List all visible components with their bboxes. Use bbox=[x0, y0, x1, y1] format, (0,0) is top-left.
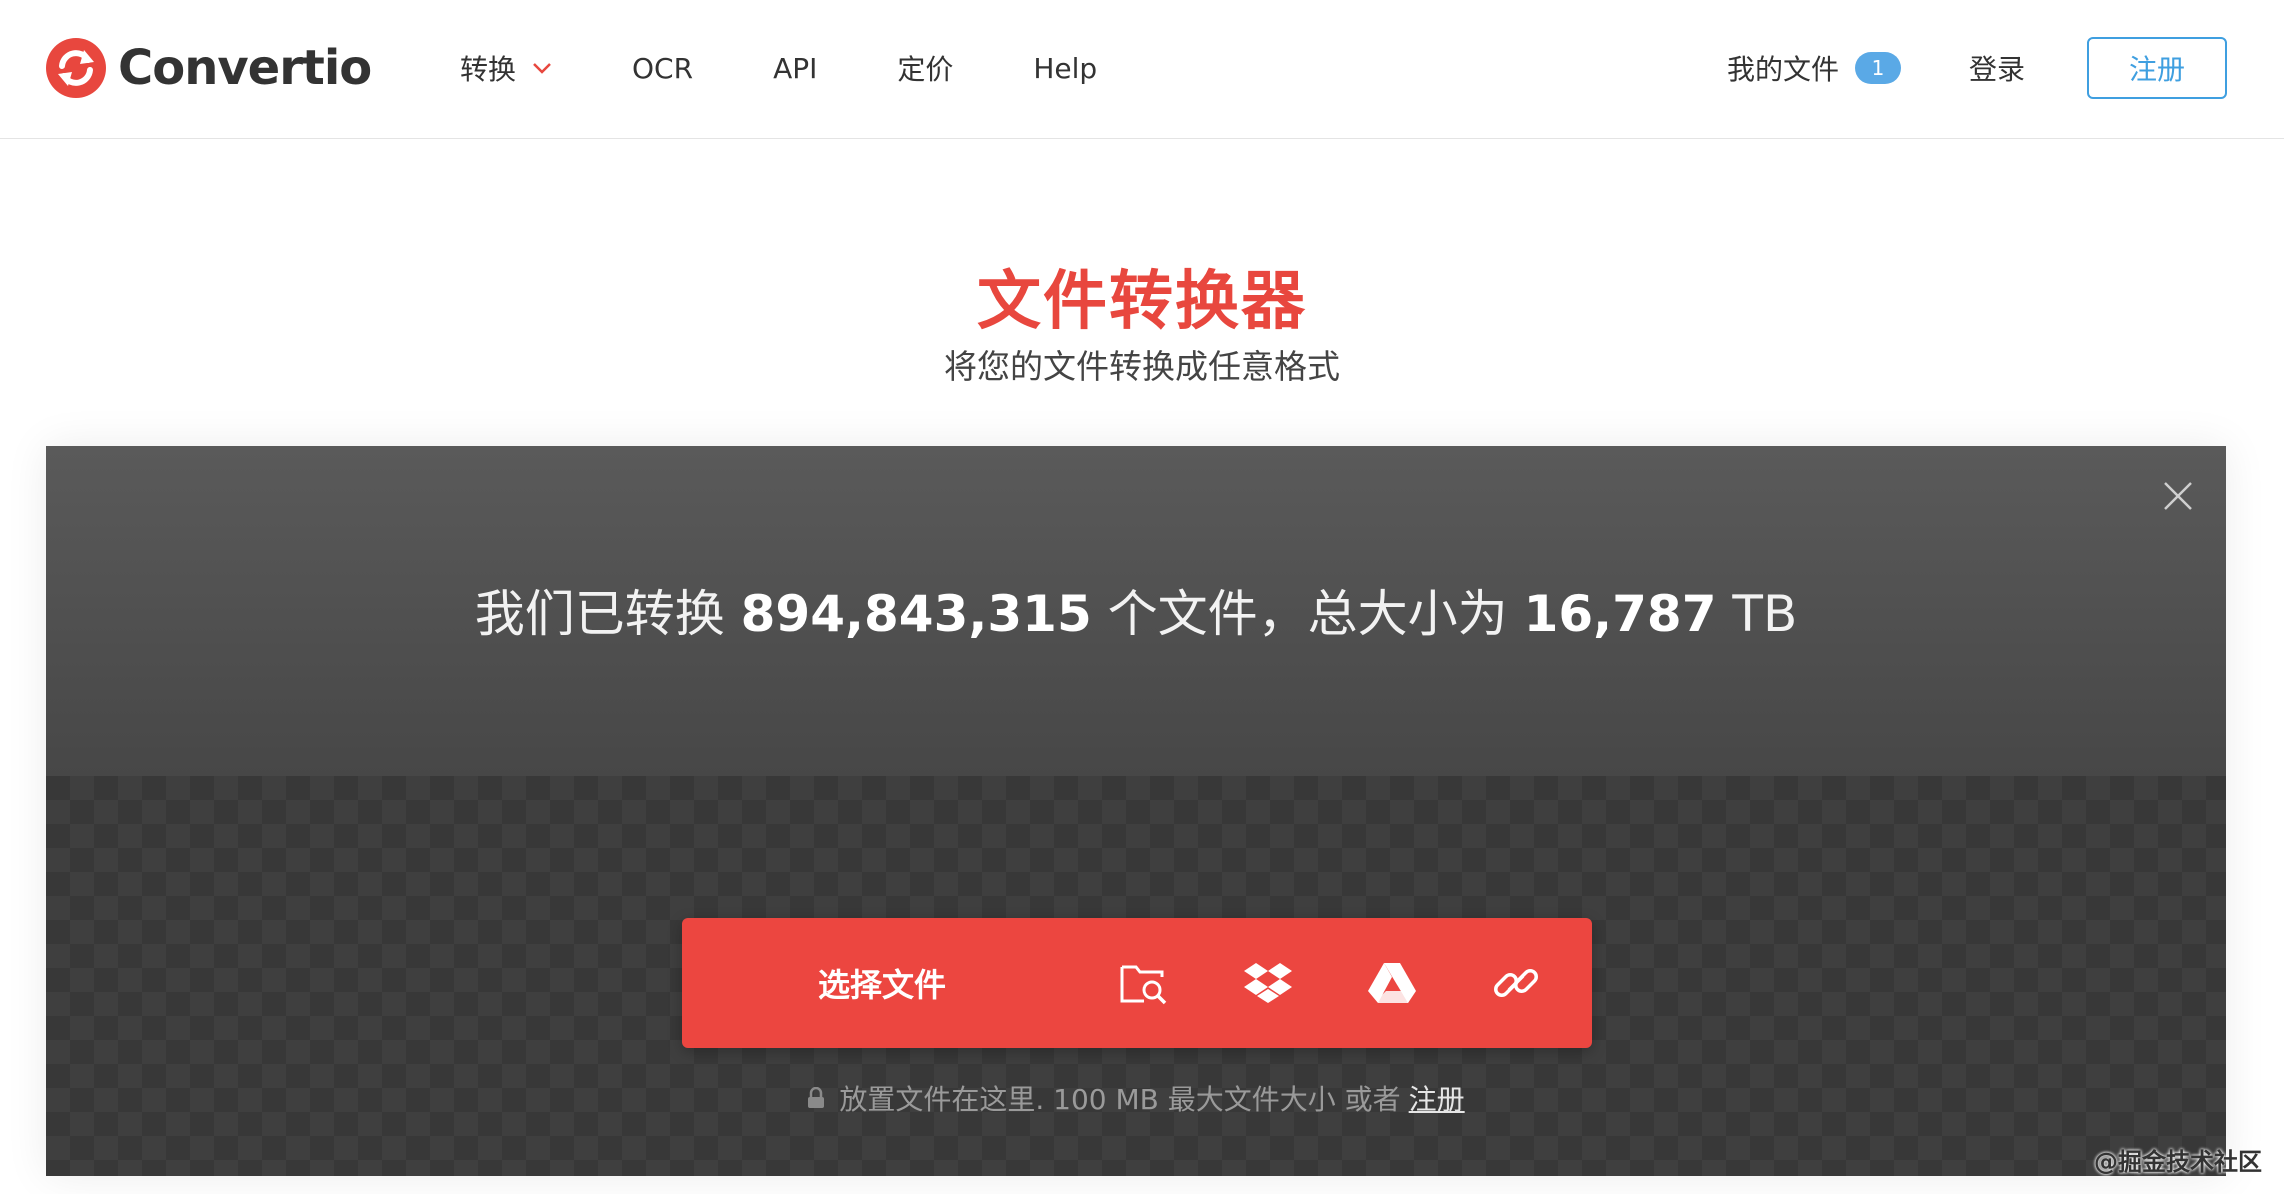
url-link-icon bbox=[1494, 969, 1538, 997]
total-size-unit: TB bbox=[1732, 585, 1798, 643]
files-converted-count: 894,843,315 bbox=[740, 585, 1092, 643]
close-icon[interactable] bbox=[2162, 480, 2194, 512]
nav-convert-label: 转换 bbox=[460, 53, 517, 86]
drop-note: 放置文件在这里. 100 MB 最大文件大小 或者 注册 bbox=[46, 1078, 2226, 1118]
nav-api[interactable]: API bbox=[773, 52, 817, 85]
signup-button[interactable]: 注册 bbox=[2087, 37, 2227, 99]
conversion-stats: 我们已转换 894,843,315 个文件，总大小为 16,787 TB bbox=[46, 574, 2226, 646]
from-url-button[interactable] bbox=[1454, 918, 1578, 1048]
convertio-logo-icon bbox=[46, 38, 106, 98]
chevron-down-icon bbox=[533, 63, 551, 74]
drop-note-text: 放置文件在这里. 100 MB 最大文件大小 或者 bbox=[839, 1083, 1401, 1116]
choose-files-button[interactable]: 选择文件 bbox=[682, 918, 1082, 1048]
stats-middle: 个文件，总大小为 bbox=[1107, 585, 1508, 643]
header-actions: 我的文件 1 登录 注册 bbox=[1727, 37, 2227, 99]
from-dropbox-button[interactable] bbox=[1206, 918, 1330, 1048]
my-files-count-badge: 1 bbox=[1854, 52, 1901, 84]
stats-prefix: 我们已转换 bbox=[474, 585, 725, 643]
nav-pricing[interactable]: 定价 bbox=[897, 48, 953, 88]
logo-text: Convertio bbox=[118, 40, 372, 96]
dropbox-icon bbox=[1244, 963, 1292, 1003]
page-subtitle: 将您的文件转换成任意格式 bbox=[944, 347, 1340, 386]
my-files-label: 我的文件 bbox=[1726, 53, 1839, 86]
page: Convertio 转换 OCR API 定价 Help 我的文件 1 登录 注… bbox=[0, 0, 2284, 1194]
my-files-link[interactable]: 我的文件 1 bbox=[1727, 48, 1901, 88]
total-size-value: 16,787 bbox=[1523, 585, 1717, 643]
logo[interactable]: Convertio bbox=[44, 35, 372, 101]
upload-bar: 选择文件 bbox=[682, 918, 1592, 1048]
folder-search-icon bbox=[1120, 965, 1167, 1005]
nav-ocr[interactable]: OCR bbox=[632, 52, 693, 85]
from-google-drive-button[interactable] bbox=[1330, 918, 1454, 1048]
lock-icon bbox=[808, 1087, 825, 1108]
google-drive-icon bbox=[1368, 963, 1416, 1003]
watermark: @掘金技术社区 bbox=[2094, 1148, 2262, 1176]
top-header: Convertio 转换 OCR API 定价 Help 我的文件 1 登录 注… bbox=[0, 0, 2284, 139]
from-computer-button[interactable] bbox=[1082, 918, 1206, 1048]
main-nav: 转换 OCR API 定价 Help bbox=[460, 46, 1177, 90]
login-link[interactable]: 登录 bbox=[1969, 48, 2025, 88]
nav-convert[interactable]: 转换 bbox=[460, 48, 552, 88]
page-title: 文件转换器 bbox=[977, 265, 1307, 339]
drop-note-signup-link[interactable]: 注册 bbox=[1409, 1078, 1465, 1118]
upload-panel: 我们已转换 894,843,315 个文件，总大小为 16,787 TB 选择文… bbox=[46, 446, 2226, 1176]
nav-help[interactable]: Help bbox=[1033, 52, 1097, 85]
